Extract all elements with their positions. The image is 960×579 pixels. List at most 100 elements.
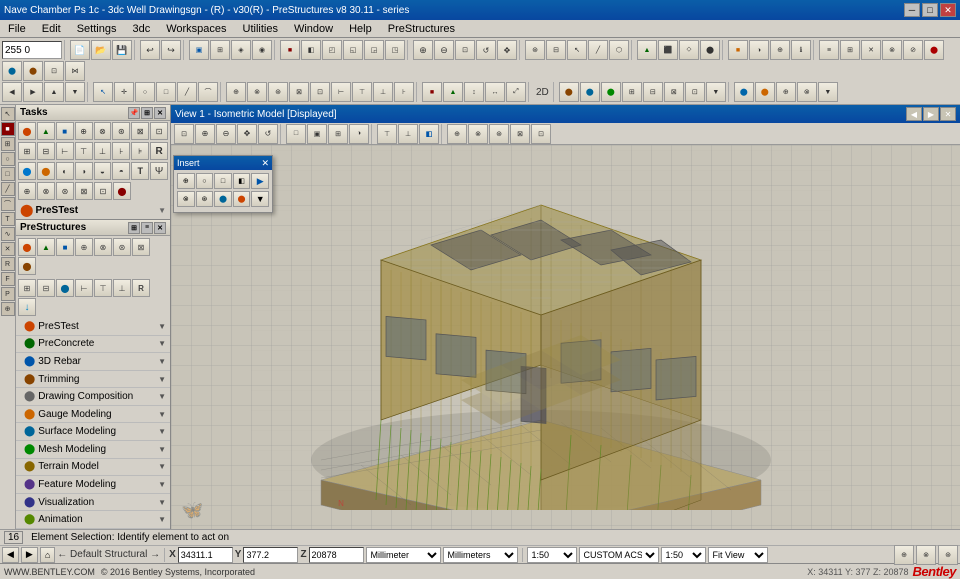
tb2-h3[interactable]: ⊕ [776,82,796,102]
task-icon-11[interactable]: ⊢ [56,142,74,160]
fd-btn-6[interactable]: ⊗ [177,191,195,207]
scale-select[interactable]: 1:50 [527,547,577,563]
fd-btn-3[interactable]: □ [214,173,232,189]
task-icon-13[interactable]: ⊥ [94,142,112,160]
unit1-select[interactable]: Millimeter [366,547,441,563]
task-icon-18[interactable]: ⬤ [37,162,55,180]
tb-undo-btn[interactable]: ↩ [140,40,160,60]
tb-btn-8[interactable]: ◧ [301,40,321,60]
vt-wire[interactable]: ⊞ [328,124,348,144]
fitview-select[interactable]: Fit View [708,547,768,563]
tasks-pin-icon[interactable]: 📌 [128,107,140,119]
tb2-snap8[interactable]: ⊥ [373,82,393,102]
acs-scale-select[interactable]: 1:50 [661,547,706,563]
tb-snap-btn[interactable]: ⊛ [525,40,545,60]
ps-icon-1[interactable]: ⬤ [18,238,36,256]
vt-more3[interactable]: ⊛ [489,124,509,144]
tasks-grid-icon[interactable]: ⊞ [141,107,153,119]
tb-extra5[interactable]: ⬤ [23,61,43,81]
tb-btn-5[interactable]: ◈ [231,40,251,60]
tb-btn-3[interactable]: ▣ [189,40,209,60]
task-icon-20[interactable]: ◑ [75,162,93,180]
subpanel-animation[interactable]: ⬤ Animation ▼ [16,511,170,529]
menu-edit[interactable]: Edit [36,22,67,36]
tb-extra2[interactable]: ⊘ [903,40,923,60]
menu-prestructures[interactable]: PreStructures [382,22,461,36]
maximize-button[interactable]: □ [922,3,938,17]
tasks-close-icon[interactable]: ✕ [154,107,166,119]
task-icon-25[interactable]: ⊕ [18,182,36,200]
ps-icon-13[interactable]: ⊤ [94,279,112,297]
task-icon-27[interactable]: ⊛ [56,182,74,200]
subpanel-visualization[interactable]: ⬤ Visualization ▼ [16,494,170,512]
ps-icon-15[interactable]: R [132,279,150,297]
close-button[interactable]: ✕ [940,3,956,17]
task-icon-15[interactable]: ⊧ [131,142,149,160]
view-next-btn[interactable]: ▶ [923,107,939,121]
y-coord-input[interactable] [243,547,298,563]
ps-icon-3[interactable]: ■ [56,238,74,256]
subpanel-trimming[interactable]: ⬤ Trimming ▼ [16,371,170,389]
left-tb-6[interactable]: ⌒ [1,197,15,211]
fd-btn-5[interactable]: ▶ [251,173,269,189]
minimize-button[interactable]: ─ [904,3,920,17]
tb-pan[interactable]: ✥ [497,40,517,60]
tb-color-btn[interactable]: ■ [728,40,748,60]
tb-new-btn[interactable]: 📄 [70,40,90,60]
task-icon-24[interactable]: Ψ [150,162,168,180]
ps-icon-11[interactable]: ⬤ [56,279,74,297]
ps-icon-5[interactable]: ⊗ [94,238,112,256]
ps-icon-8[interactable]: ⬤ [18,257,36,275]
tb-btn-6[interactable]: ◉ [252,40,272,60]
vt-render[interactable]: ◑ [349,124,369,144]
nav-prev-btn[interactable]: ◀ [2,547,19,563]
tb-zoom-in[interactable]: ⊕ [413,40,433,60]
tb-extra7[interactable]: ⋈ [65,61,85,81]
task-icon-29[interactable]: ⊡ [94,182,112,200]
left-tb-11[interactable]: F [1,272,15,286]
tb-select-btn[interactable]: ↖ [567,40,587,60]
tb-extra6[interactable]: ⊡ [44,61,64,81]
tb-extra3[interactable]: ⬤ [924,40,944,60]
ps-icon-16[interactable]: ↓ [18,298,36,316]
tb2-snap9[interactable]: ⊦ [394,82,414,102]
left-tb-select[interactable]: ↖ [1,107,15,121]
tb2-g4[interactable]: ⊞ [622,82,642,102]
left-tb-7[interactable]: T [1,212,15,226]
tb2-circle[interactable]: ○ [135,82,155,102]
task-icon-7[interactable]: ⊠ [131,122,149,140]
prestructures-header[interactable]: PreStructures ⊞ ≡ ✕ [16,220,170,236]
unit2-select[interactable]: Millimeters [443,547,518,563]
vt-fit[interactable]: ⊡ [174,124,194,144]
task-icon-2[interactable]: ▲ [37,122,55,140]
ps-icon-12[interactable]: ⊢ [75,279,93,297]
tb2-f2[interactable]: ▲ [443,82,463,102]
tb2-snap2[interactable]: ⊗ [247,82,267,102]
tb-grid-btn[interactable]: ⊟ [546,40,566,60]
search-input[interactable] [2,41,62,59]
float-dialog-header[interactable]: Insert ✕ [174,156,272,170]
tb-polygon-btn[interactable]: ⬡ [609,40,629,60]
vt-3d[interactable]: ▣ [307,124,327,144]
left-tb-9[interactable]: ✕ [1,242,15,256]
acs-select[interactable]: CUSTOM ACS [579,547,659,563]
tb2-g5[interactable]: ⊟ [643,82,663,102]
ps-close-icon[interactable]: ✕ [154,222,166,234]
tb2-box[interactable]: □ [156,82,176,102]
fd-btn-1[interactable]: ⊕ [177,173,195,189]
left-tb-10[interactable]: R [1,257,15,271]
left-tb-4[interactable]: □ [1,167,15,181]
tb-btn-11[interactable]: ◲ [364,40,384,60]
tb-extra1[interactable]: ⊗ [882,40,902,60]
tb-3d-btn2[interactable]: ⬛ [658,40,678,60]
left-tb-12[interactable]: P [1,287,15,301]
subpanel-surface-modeling[interactable]: ⬤ Surface Modeling ▼ [16,423,170,441]
tb2-down-arrow[interactable]: ▼ [706,82,726,102]
tb2-f5[interactable]: ⤢ [506,82,526,102]
tb-3d-btn1[interactable]: ▲ [637,40,657,60]
view-canvas[interactable]: Insert ✕ ⊕ ○ □ ◧ ▶ ⊗ ⊛ ⬤ ⬤ [171,145,960,529]
vt-top[interactable]: ⊤ [377,124,397,144]
menu-file[interactable]: File [2,22,32,36]
ps-icon-4[interactable]: ⊕ [75,238,93,256]
tb2-snap6[interactable]: ⊢ [331,82,351,102]
